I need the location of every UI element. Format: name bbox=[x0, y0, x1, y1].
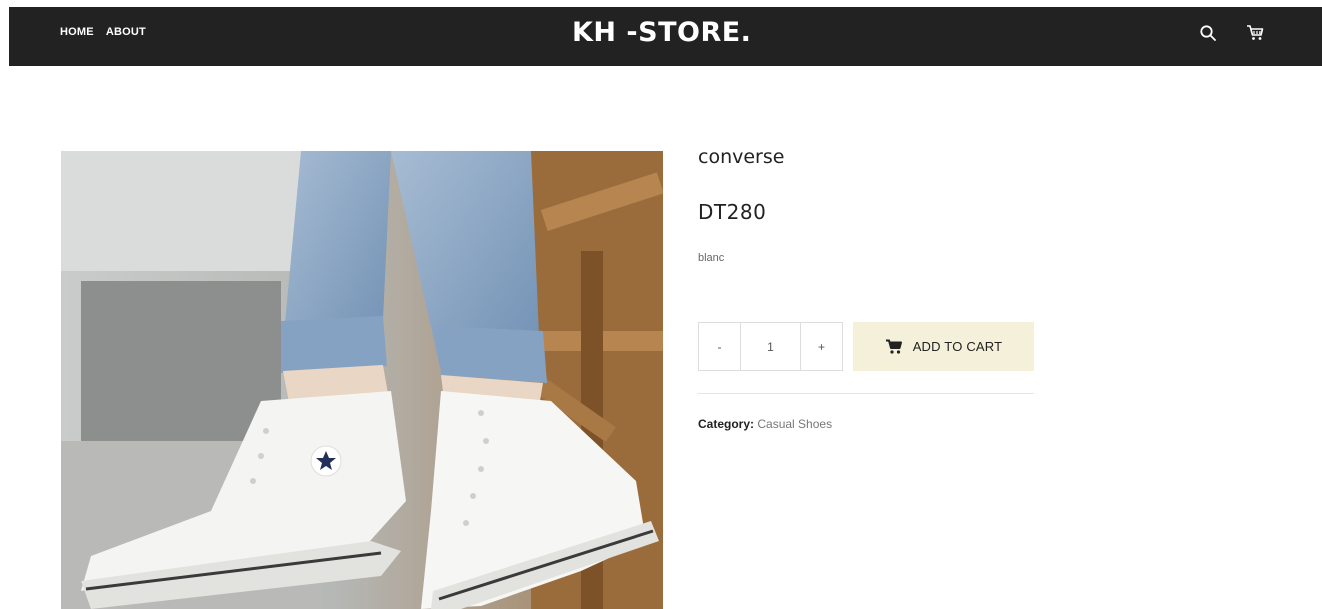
quantity-decrease-button[interactable]: - bbox=[699, 323, 740, 370]
sneaker-photo-illustration bbox=[61, 151, 663, 609]
main-nav: HOME ABOUT bbox=[60, 26, 146, 38]
quantity-stepper: - + bbox=[698, 322, 843, 371]
nav-home-link[interactable]: HOME bbox=[60, 26, 94, 38]
product-category: Category: Casual Shoes bbox=[698, 417, 832, 431]
category-link[interactable]: Casual Shoes bbox=[757, 417, 832, 431]
top-navigation-bar: HOME ABOUT KH -STORE. bbox=[9, 7, 1322, 66]
quantity-value-wrapper bbox=[740, 323, 801, 370]
product-brand: converse bbox=[698, 146, 785, 168]
product-name: DT280 bbox=[698, 200, 767, 224]
nav-about-link[interactable]: ABOUT bbox=[106, 26, 146, 38]
add-to-cart-label: ADD TO CART bbox=[912, 339, 1003, 354]
add-to-cart-button[interactable]: ADD TO CART bbox=[853, 322, 1034, 371]
quantity-increase-button[interactable]: + bbox=[801, 323, 842, 370]
cart-button[interactable] bbox=[1242, 20, 1268, 46]
quantity-input[interactable] bbox=[741, 338, 800, 355]
shopping-cart-icon bbox=[1247, 25, 1264, 40]
store-logo[interactable]: KH -STORE. bbox=[572, 17, 751, 48]
search-button[interactable] bbox=[1195, 20, 1221, 46]
cart-icon bbox=[885, 339, 902, 354]
product-photo bbox=[61, 151, 663, 609]
category-label: Category: bbox=[698, 417, 755, 431]
product-color: blanc bbox=[698, 252, 725, 264]
search-icon bbox=[1200, 25, 1216, 41]
divider bbox=[698, 393, 1034, 394]
